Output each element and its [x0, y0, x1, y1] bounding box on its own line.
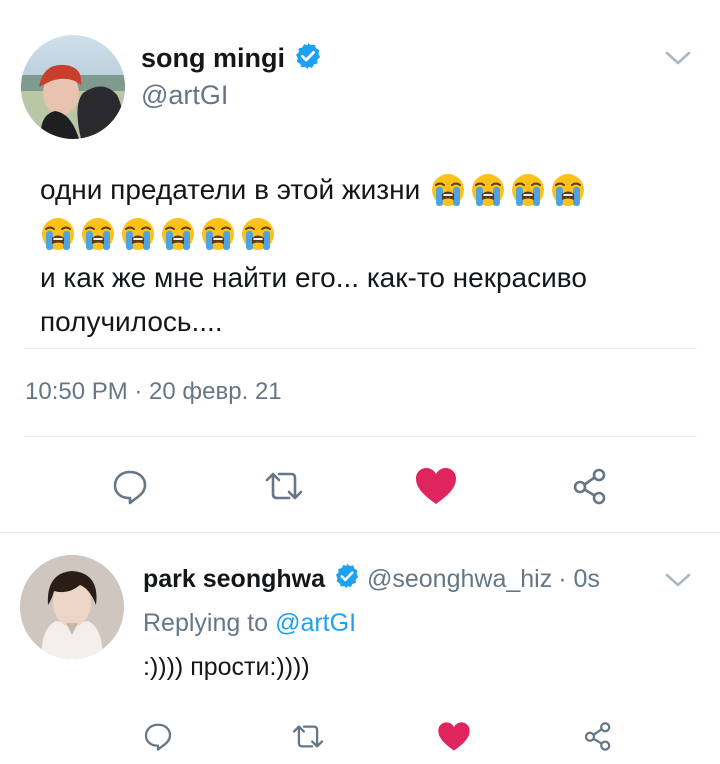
author-name[interactable]: song mingi: [141, 43, 285, 74]
reply-author-handle[interactable]: @seonghwa_hiz: [367, 565, 552, 594]
reply-tweet: park seonghwa @seonghwa_hiz · 0s Replyin…: [0, 533, 720, 764]
share-icon[interactable]: [566, 462, 614, 510]
verified-badge-icon: [333, 562, 361, 597]
loudly-crying-face-icon: [82, 218, 114, 250]
replying-to-label: Replying to: [143, 608, 269, 637]
reply-author-avatar[interactable]: [20, 555, 124, 659]
tweet-text-line-2: и как же мне найти его... как-то некраси…: [40, 262, 587, 293]
chevron-down-icon[interactable]: [660, 566, 696, 594]
tweet-text-line-1: одни предатели в этой жизни: [40, 174, 421, 205]
loudly-crying-face-icon: [472, 174, 505, 206]
avatar-image: [20, 555, 124, 659]
reply-icon[interactable]: [106, 462, 154, 510]
loudly-crying-face-icon: [162, 218, 194, 250]
emoji-group-2: [40, 216, 276, 252]
retweet-icon[interactable]: [286, 716, 330, 756]
share-icon[interactable]: [578, 716, 618, 756]
tweet-text-line-3: получилось....: [40, 306, 223, 337]
loudly-crying-face-icon: [552, 174, 585, 206]
divider: [25, 436, 697, 437]
retweet-icon[interactable]: [258, 462, 310, 510]
loudly-crying-face-icon: [122, 218, 154, 250]
reply-header: park seonghwa @seonghwa_hiz · 0s: [143, 561, 600, 597]
author-name-row: song mingi: [141, 40, 323, 76]
heart-icon[interactable]: [410, 462, 462, 510]
tweet-text: одни предатели в этой жизни и как же мне…: [40, 168, 690, 344]
replying-to-handle[interactable]: @artGI: [275, 609, 356, 638]
emoji-group-1: [430, 172, 586, 208]
chevron-down-icon[interactable]: [660, 44, 696, 72]
loudly-crying-face-icon: [42, 218, 74, 250]
tweet-line-2: [40, 212, 690, 256]
heart-icon[interactable]: [432, 716, 476, 756]
divider: [25, 348, 697, 349]
reply-time: · 0s: [558, 564, 600, 593]
avatar-image: [21, 35, 125, 139]
tweet-timestamp[interactable]: 10:50 PM · 20 февр. 21: [25, 378, 282, 406]
replying-to: Replying to @artGI: [143, 605, 356, 641]
loudly-crying-face-icon: [432, 174, 465, 206]
author-handle[interactable]: @artGI: [141, 80, 228, 111]
loudly-crying-face-icon: [512, 174, 545, 206]
reply-icon[interactable]: [138, 716, 178, 756]
tweet-line-1: одни предатели в этой жизни: [40, 168, 690, 212]
loudly-crying-face-icon: [242, 218, 274, 250]
reply-author-name[interactable]: park seonghwa: [143, 565, 325, 594]
author-avatar[interactable]: [21, 35, 125, 139]
loudly-crying-face-icon: [202, 218, 234, 250]
main-tweet: song mingi @artGI одни предатели в этой …: [0, 0, 720, 530]
reply-text: :)))) прости:)))): [143, 653, 310, 681]
verified-badge-icon: [293, 41, 323, 76]
